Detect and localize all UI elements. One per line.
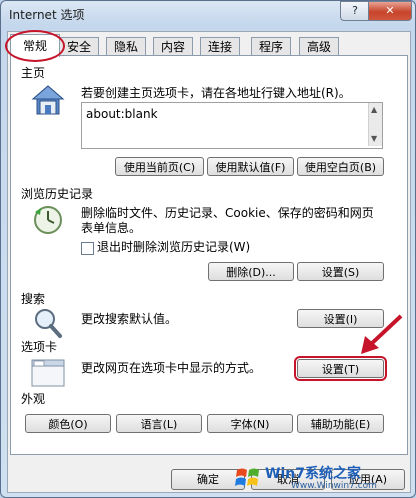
tabs-settings-button[interactable]: 设置(T) <box>294 356 387 381</box>
dialog-window: Internet 选项 ? ✕ 常规 安全 隐私 内容 连接 程序 高级 主页 … <box>0 0 416 498</box>
delete-history-button[interactable]: 删除(D)... <box>208 262 294 281</box>
fonts-button[interactable]: 字体(N) <box>207 414 293 433</box>
magnifier-icon <box>35 309 62 338</box>
accessibility-button[interactable]: 辅助功能(E) <box>297 414 384 433</box>
scroll-up-icon[interactable]: ▲ <box>371 105 377 114</box>
homepage-address-value: about:blank <box>86 107 158 121</box>
history-clock-icon <box>34 206 62 234</box>
delete-on-exit-label: 退出时删除浏览历史记录(W) <box>97 240 251 254</box>
colors-button[interactable]: 颜色(O) <box>25 414 111 433</box>
history-title: 浏览历史记录 <box>21 187 94 201</box>
tab-programs[interactable]: 程序 <box>251 37 291 56</box>
tabs-window-icon <box>31 359 65 387</box>
title-bar[interactable]: Internet 选项 ? ✕ <box>1 1 415 27</box>
homepage-scrollbar[interactable]: ▲ ▼ <box>368 103 382 146</box>
windows-logo-icon <box>235 468 259 486</box>
tab-advanced[interactable]: 高级 <box>299 37 339 56</box>
appearance-title: 外观 <box>21 392 46 406</box>
tabsection-description: 更改网页在选项卡中显示的方式。 <box>81 361 262 375</box>
tab-content[interactable]: 内容 <box>153 37 193 56</box>
watermark: Win7系统之家 Www.Winwin7.com <box>233 463 413 493</box>
homepage-description: 若要创建主页选项卡，请在各地址行键入地址(R)。 <box>81 86 351 100</box>
homepage-address-field[interactable]: about:blank ▲ ▼ <box>81 102 383 149</box>
use-blank-button[interactable]: 使用空白页(B) <box>297 157 384 176</box>
help-button[interactable]: ? <box>340 1 370 21</box>
use-default-button[interactable]: 使用默认值(F) <box>207 157 294 176</box>
dialog-body: 常规 安全 隐私 内容 连接 程序 高级 主页 若要创建主页选项卡，请在各地址行… <box>5 30 411 493</box>
use-current-button[interactable]: 使用当前页(C) <box>115 157 204 176</box>
house-icon <box>31 85 65 115</box>
history-description-line2: 表单信息。 <box>81 221 142 235</box>
delete-on-exit-checkbox[interactable] <box>81 242 94 255</box>
tab-privacy[interactable]: 隐私 <box>106 37 146 56</box>
tab-general[interactable]: 常规 <box>10 34 60 57</box>
search-description: 更改搜索默认值。 <box>81 312 178 326</box>
window-title: Internet 选项 <box>9 8 85 22</box>
history-settings-button[interactable]: 设置(S) <box>297 262 384 281</box>
homepage-title: 主页 <box>21 66 46 80</box>
watermark-brand: Win7系统之家 <box>265 466 361 482</box>
search-title: 搜索 <box>21 292 46 306</box>
general-panel: 主页 若要创建主页选项卡，请在各地址行键入地址(R)。 about:blank … <box>10 55 408 455</box>
close-button[interactable]: ✕ <box>368 1 412 21</box>
languages-button[interactable]: 语言(L) <box>116 414 202 433</box>
history-description-line1: 删除临时文件、历史记录、Cookie、保存的密码和网页 <box>81 206 374 220</box>
tab-security[interactable]: 安全 <box>59 37 99 56</box>
tabsection-title: 选项卡 <box>21 340 58 354</box>
red-arrow-icon <box>361 314 403 354</box>
tab-strip: 常规 安全 隐私 内容 连接 程序 高级 <box>5 30 408 62</box>
scroll-down-icon[interactable]: ▼ <box>371 134 377 143</box>
tab-connections[interactable]: 连接 <box>200 37 240 56</box>
watermark-url: Www.Winwin7.com <box>291 481 377 491</box>
